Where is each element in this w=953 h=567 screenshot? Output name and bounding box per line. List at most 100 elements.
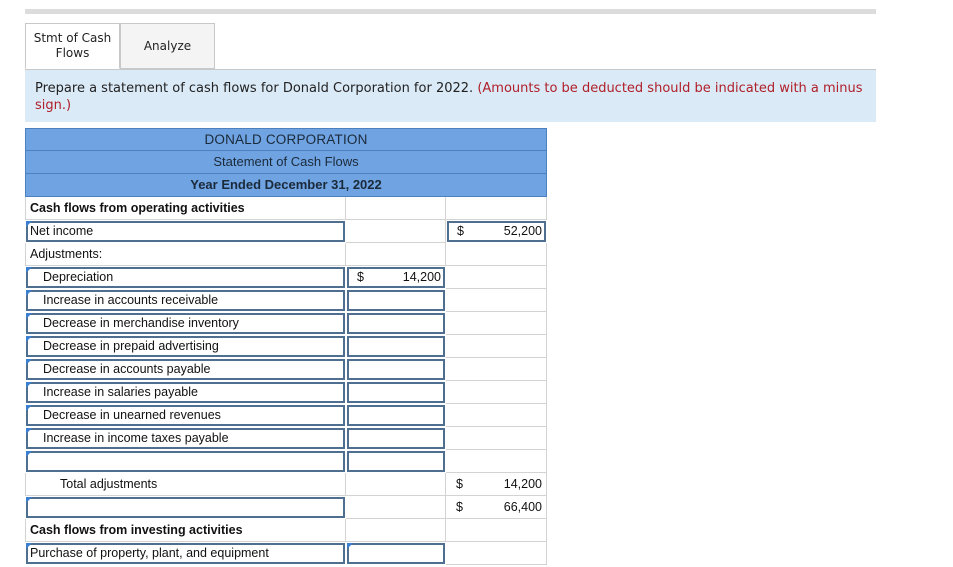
- empty-cell: [446, 404, 547, 427]
- adjustments-label: Adjustments:: [25, 243, 346, 266]
- adjustment-label-input[interactable]: Depreciation: [26, 267, 345, 288]
- adjustment-row: Depreciation $ 14,200: [25, 266, 547, 289]
- currency-symbol: $: [456, 500, 463, 514]
- dropdown-indicator-icon: [26, 497, 32, 503]
- adjustment-row: Increase in salaries payable: [25, 381, 547, 404]
- instructions-panel: Prepare a statement of cash flows for Do…: [25, 70, 876, 122]
- total-adjustments-label: Total adjustments: [25, 473, 346, 496]
- investing-item-amount-input[interactable]: [347, 543, 445, 564]
- investing-heading-row: Cash flows from investing activities: [25, 519, 547, 542]
- total-adjustments-row: Total adjustments $ 14,200: [25, 473, 547, 496]
- adjustment-row: Decrease in merchandise inventory: [25, 312, 547, 335]
- adjustment-row: [25, 450, 547, 473]
- currency-symbol: $: [457, 224, 464, 238]
- net-income-amount-input[interactable]: $ 52,200: [447, 221, 546, 242]
- cash-flow-statement: DONALD CORPORATION Statement of Cash Flo…: [25, 128, 547, 565]
- tab-analyze[interactable]: Analyze: [120, 23, 215, 69]
- adjustment-label-input[interactable]: Decrease in accounts payable: [26, 359, 345, 380]
- dropdown-indicator-icon: [26, 382, 32, 388]
- adjustment-label: Increase in salaries payable: [43, 385, 198, 399]
- adjustment-value: 14,200: [402, 270, 441, 284]
- investing-item-label-input[interactable]: Purchase of property, plant, and equipme…: [26, 543, 345, 564]
- net-income-label-input[interactable]: Net income: [26, 221, 345, 242]
- operating-total-row: $ 66,400: [25, 496, 547, 519]
- empty-cell: [446, 266, 547, 289]
- adjustment-label-input[interactable]: Increase in income taxes payable: [26, 428, 345, 449]
- adjustment-label: Increase in accounts receivable: [43, 293, 219, 307]
- net-income-row: Net income $ 52,200: [25, 220, 547, 243]
- adjustment-label-input[interactable]: Decrease in unearned revenues: [26, 405, 345, 426]
- empty-cell: [346, 519, 446, 542]
- adjustment-label: Decrease in accounts payable: [43, 362, 211, 376]
- dropdown-indicator-icon: [26, 313, 32, 319]
- adjustment-amount-input[interactable]: $ 14,200: [347, 267, 445, 288]
- empty-cell: [346, 220, 446, 243]
- tab-stmt-of-cash-flows[interactable]: Stmt of Cash Flows: [25, 23, 120, 69]
- adjustment-amount-input[interactable]: [347, 428, 445, 449]
- empty-cell: [446, 358, 547, 381]
- tab-label: Stmt of Cash Flows: [33, 31, 112, 60]
- empty-cell: [446, 381, 547, 404]
- total-adjustments-value: 14,200: [503, 477, 542, 491]
- investing-heading: Cash flows from investing activities: [25, 519, 346, 542]
- operating-total-value: 66,400: [503, 500, 542, 514]
- operating-heading-row: Cash flows from operating activities: [25, 197, 547, 220]
- empty-cell: [346, 473, 446, 496]
- empty-cell: [446, 312, 547, 335]
- instructions-text: Prepare a statement of cash flows for Do…: [35, 81, 474, 96]
- currency-symbol: $: [357, 270, 364, 284]
- adjustment-row: Increase in income taxes payable: [25, 427, 547, 450]
- empty-cell: [446, 289, 547, 312]
- adjustment-amount-input[interactable]: [347, 290, 445, 311]
- dropdown-indicator-icon: [26, 336, 32, 342]
- operating-heading: Cash flows from operating activities: [25, 197, 346, 220]
- adjustment-label-input[interactable]: Decrease in prepaid advertising: [26, 336, 345, 357]
- empty-cell: [446, 243, 547, 266]
- empty-cell: [446, 197, 547, 220]
- net-income-label: Net income: [30, 224, 94, 238]
- empty-cell: [446, 450, 547, 473]
- adjustment-label: Depreciation: [43, 270, 114, 284]
- dropdown-indicator-icon: [347, 543, 353, 549]
- dropdown-indicator-icon: [26, 451, 32, 457]
- adjustment-row: Decrease in unearned revenues: [25, 404, 547, 427]
- statement-title: Statement of Cash Flows: [25, 151, 547, 174]
- net-income-value: 52,200: [503, 224, 542, 238]
- dropdown-indicator-icon: [26, 359, 32, 365]
- adjustment-label: Decrease in merchandise inventory: [43, 316, 239, 330]
- adjustment-label-input[interactable]: Increase in accounts receivable: [26, 290, 345, 311]
- empty-cell: [446, 542, 547, 565]
- empty-cell: [446, 427, 547, 450]
- adjustment-amount-input[interactable]: [347, 313, 445, 334]
- statement-period: Year Ended December 31, 2022: [25, 174, 547, 197]
- adjustment-label: Decrease in unearned revenues: [43, 408, 221, 422]
- tab-label: Analyze: [143, 38, 192, 53]
- adjustment-amount-input[interactable]: [347, 382, 445, 403]
- top-progress-bar: [25, 9, 876, 14]
- adjustment-label-input[interactable]: [26, 451, 345, 472]
- operating-total-label-input[interactable]: [26, 497, 345, 518]
- adjustment-amount-input[interactable]: [347, 405, 445, 426]
- adjustment-label: Increase in income taxes payable: [43, 431, 229, 445]
- adjustment-amount-input[interactable]: [347, 451, 445, 472]
- empty-cell: [446, 519, 547, 542]
- dropdown-indicator-icon: [26, 290, 32, 296]
- company-name: DONALD CORPORATION: [25, 128, 547, 151]
- adjustment-label-input[interactable]: Increase in salaries payable: [26, 382, 345, 403]
- investing-item-row: Purchase of property, plant, and equipme…: [25, 542, 547, 565]
- adjustment-amount-input[interactable]: [347, 336, 445, 357]
- adjustment-amount-input[interactable]: [347, 359, 445, 380]
- empty-cell: [346, 243, 446, 266]
- dropdown-indicator-icon: [26, 405, 32, 411]
- empty-cell: [446, 335, 547, 358]
- dropdown-indicator-icon: [26, 267, 32, 273]
- adjustment-label: Decrease in prepaid advertising: [43, 339, 219, 353]
- adjustment-row: Decrease in prepaid advertising: [25, 335, 547, 358]
- investing-item-label: Purchase of property, plant, and equipme…: [30, 546, 269, 560]
- currency-symbol: $: [456, 477, 463, 491]
- adjustments-label-row: Adjustments:: [25, 243, 547, 266]
- operating-total-amount: $ 66,400: [446, 496, 547, 519]
- adjustment-label-input[interactable]: Decrease in merchandise inventory: [26, 313, 345, 334]
- adjustment-row: Decrease in accounts payable: [25, 358, 547, 381]
- total-adjustments-amount: $ 14,200: [446, 473, 547, 496]
